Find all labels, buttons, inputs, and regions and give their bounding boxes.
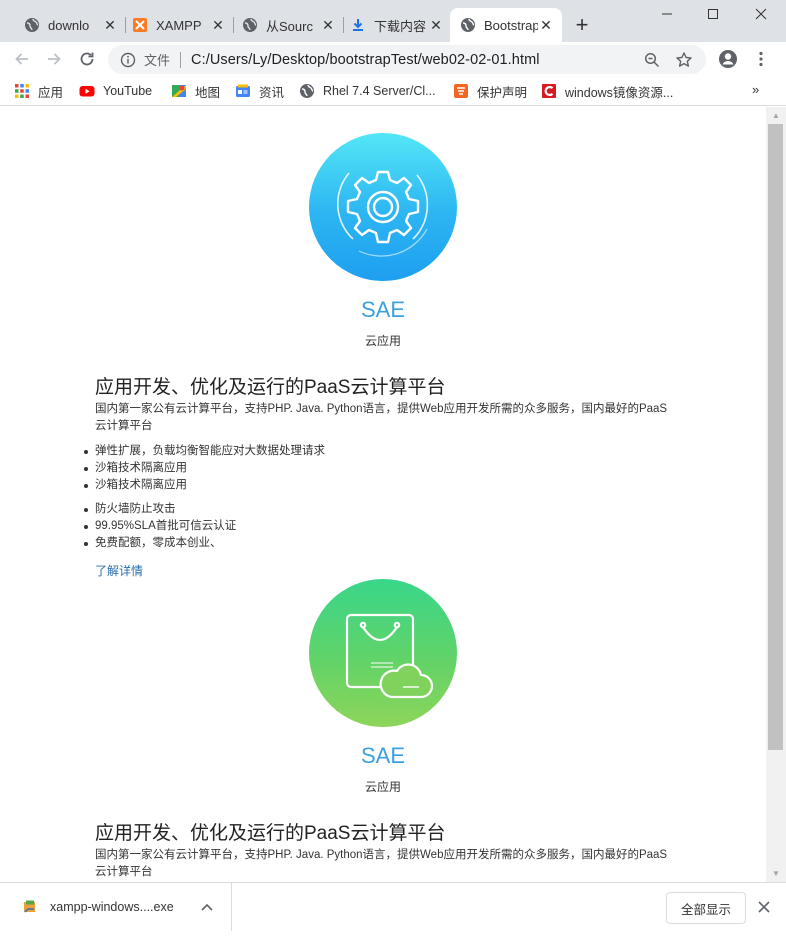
url-text[interactable]: C:/Users/Ly/Desktop/bootstrapTest/web02-…: [191, 52, 642, 68]
bookmark-label: 地图: [195, 85, 221, 100]
arrow-left-icon: [15, 53, 28, 65]
maximize-button[interactable]: [690, 0, 736, 28]
info-icon[interactable]: [120, 52, 136, 68]
product-subtitle: 云应用: [364, 334, 401, 348]
bookmark-label: 应用: [38, 85, 64, 100]
show-all-downloads-button[interactable]: 全部显示: [666, 892, 746, 924]
tab-xampp[interactable]: XAMPP ✕: [122, 8, 234, 42]
forward-button[interactable]: [41, 46, 67, 72]
tab-label: 从Sourc: [266, 18, 313, 34]
close-icon: [755, 8, 767, 20]
globe-icon: [24, 17, 40, 33]
close-icon[interactable]: ✕: [102, 17, 118, 33]
star-icon[interactable]: [674, 50, 694, 70]
bookmark-label: 保护声明: [477, 85, 528, 100]
kebab-menu-icon: [759, 51, 763, 67]
chevron-up-icon[interactable]: [199, 903, 215, 911]
minimize-icon: [662, 13, 672, 15]
maximize-icon: [708, 9, 718, 19]
tab-label: XAMPP: [156, 17, 202, 33]
minimize-button[interactable]: [644, 0, 690, 28]
close-icon[interactable]: [754, 897, 774, 917]
bookmarks-bar: 应用 YouTube 地图 资讯 Rhel 7.4 Server/Cl... 保…: [0, 76, 786, 106]
protect-icon: [453, 83, 469, 99]
reload-button[interactable]: [74, 46, 100, 72]
close-icon[interactable]: ✕: [428, 17, 444, 33]
shopping-bag-cloud-icon: [309, 579, 457, 727]
list-item: 防火墙防止攻击: [83, 501, 236, 518]
tab-bootstrap[interactable]: Bootstrap ✕: [450, 8, 562, 42]
section-headline: 应用开发、优化及运行的PaaS云计算平台: [95, 823, 446, 844]
tab-source[interactable]: 从Sourc ✕: [232, 8, 344, 42]
arrow-right-icon: [48, 53, 61, 65]
c-logo-icon: [541, 83, 557, 99]
learn-more-link[interactable]: 了解详情: [95, 562, 143, 579]
bookmark-label: Rhel 7.4 Server/Cl...: [323, 84, 436, 98]
bookmark-youtube[interactable]: YouTube: [79, 82, 152, 100]
bookmark-windows[interactable]: windows镜像资源...: [541, 82, 673, 100]
feature-list: 防火墙防止攻击 99.95%SLA首批可信云认证 免费配额，零成本创业、: [83, 501, 236, 552]
profile-button[interactable]: [715, 46, 741, 72]
product-name: SAE: [360, 297, 406, 322]
apps-grid-icon: [14, 83, 30, 99]
download-bar: xampp-windows....exe 全部显示: [0, 882, 786, 936]
xampp-icon: [132, 17, 148, 33]
list-item: 免费配额，零成本创业、: [83, 535, 236, 552]
menu-button[interactable]: [748, 46, 774, 72]
bookmark-label: YouTube: [103, 84, 153, 98]
product-name: SAE: [360, 743, 406, 768]
product-subtitle: 云应用: [364, 780, 401, 794]
tab-label: downlo: [48, 17, 90, 33]
news-icon: [235, 83, 251, 99]
close-icon[interactable]: ✕: [210, 17, 226, 33]
tab-strip: downlo ✕ XAMPP ✕ 从Sourc ✕ 下载内容 ✕ Bootstr…: [0, 0, 786, 42]
bookmark-label: windows镜像资源...: [565, 85, 674, 100]
globe-icon: [242, 17, 258, 33]
bookmark-rhel[interactable]: Rhel 7.4 Server/Cl...: [299, 82, 436, 100]
close-icon[interactable]: ✕: [538, 17, 554, 33]
scroll-down-arrow[interactable]: ▼: [766, 865, 786, 882]
globe-icon: [460, 17, 476, 33]
bookmark-news[interactable]: 资讯: [235, 82, 284, 100]
tab-downloads-page[interactable]: downlo ✕: [14, 8, 126, 42]
scheme-label: 文件: [144, 53, 171, 68]
address-bar[interactable]: 文件 C:/Users/Ly/Desktop/bootstrapTest/web…: [108, 45, 706, 74]
bookmark-protect[interactable]: 保护声明: [453, 82, 527, 100]
new-tab-button[interactable]: +: [568, 12, 596, 40]
download-filename: xampp-windows....exe: [50, 900, 174, 914]
maps-icon: [171, 83, 187, 99]
tab-label: 下载内容: [374, 18, 427, 34]
list-item: 沙箱技术隔离应用: [84, 460, 325, 477]
download-icon: [350, 17, 366, 33]
bookmark-label: 资讯: [259, 85, 285, 100]
bookmark-maps[interactable]: 地图: [171, 82, 220, 100]
download-item[interactable]: xampp-windows....exe: [0, 883, 232, 931]
reload-icon: [80, 52, 94, 66]
zoom-icon[interactable]: [642, 50, 662, 70]
bookmark-apps[interactable]: 应用: [14, 82, 63, 100]
feature-list: 弹性扩展，负载均衡智能应对大数据处理请求 沙箱技术隔离应用 沙箱技术隔离应用: [84, 443, 325, 494]
window-close-button[interactable]: [738, 0, 784, 28]
section-headline: 应用开发、优化及运行的PaaS云计算平台: [95, 377, 446, 398]
globe-icon: [299, 83, 315, 99]
list-item: 沙箱技术隔离应用: [84, 477, 325, 494]
back-button[interactable]: [9, 46, 35, 72]
gear-icon: [309, 133, 457, 281]
installer-file-icon: [22, 899, 38, 915]
chevron-double-right-icon[interactable]: »: [752, 82, 759, 97]
youtube-icon: [79, 83, 95, 99]
avatar-icon: [719, 50, 737, 68]
section-description: 国内第一家公有云计算平台，支持PHP. Java. Python语言，提供Web…: [95, 403, 668, 432]
page-scrollbar[interactable]: ▲ ▼: [766, 107, 786, 882]
tab-label: Bootstrap: [484, 17, 538, 33]
page-viewport: SAE 云应用 应用开发、优化及运行的PaaS云计算平台 国内第一家公有云计算平…: [0, 107, 766, 882]
list-item: 弹性扩展，负载均衡智能应对大数据处理请求: [84, 443, 325, 460]
scroll-thumb[interactable]: [768, 124, 783, 750]
list-item: 99.95%SLA首批可信云认证: [83, 518, 236, 535]
close-icon[interactable]: ✕: [320, 17, 336, 33]
scroll-up-arrow[interactable]: ▲: [766, 107, 786, 124]
browser-toolbar: 文件 C:/Users/Ly/Desktop/bootstrapTest/web…: [0, 42, 786, 76]
tab-downloads[interactable]: 下载内容 ✕: [340, 8, 452, 42]
section-description: 国内第一家公有云计算平台，支持PHP. Java. Python语言，提供Web…: [95, 849, 668, 878]
